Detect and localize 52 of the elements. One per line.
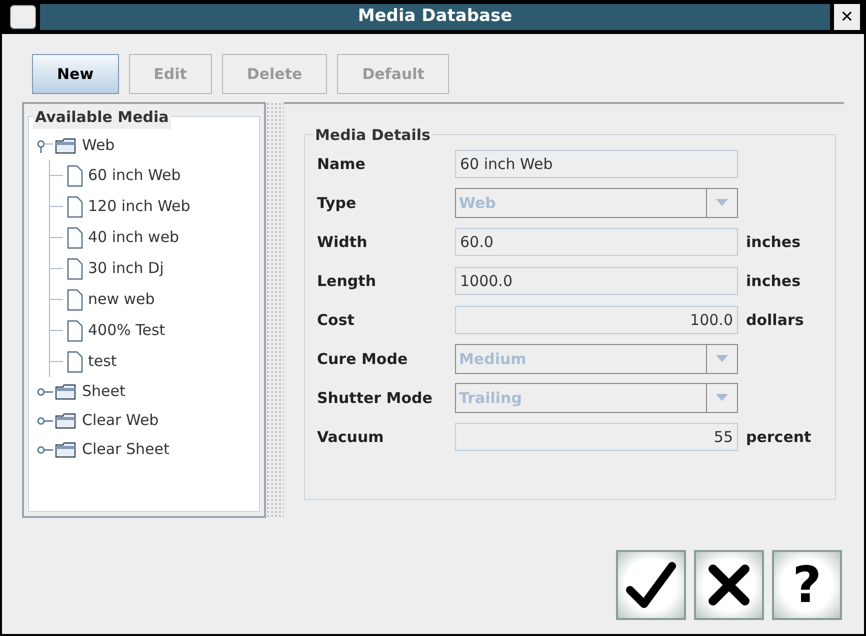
toolbar-button[interactable]: New [32, 54, 119, 94]
dropdown-arrow-icon [716, 199, 728, 207]
field-label: Name [317, 154, 366, 175]
tree-item[interactable]: Web [82, 134, 115, 157]
tree-item[interactable]: 30 inch Dj [88, 257, 164, 280]
window-menu-icon[interactable] [10, 5, 36, 29]
expanded-handle-icon[interactable] [37, 138, 53, 152]
tree-item[interactable]: Clear Sheet [82, 438, 170, 461]
dropdown-arrow-icon [716, 394, 728, 402]
tree-item[interactable]: new web [88, 288, 155, 311]
checkmark-icon [626, 562, 676, 608]
window-title: Media Database [358, 5, 512, 28]
file-icon [67, 226, 83, 248]
field-label: Cost [317, 310, 356, 331]
close-icon [707, 563, 751, 607]
unit-label: dollars [746, 310, 804, 331]
text-field[interactable]: 60 inch Web [455, 150, 738, 178]
text-field[interactable]: 60.0 [455, 228, 738, 256]
ok-button[interactable] [616, 550, 686, 620]
cancel-button[interactable] [694, 550, 764, 620]
close-button[interactable]: ✕ [834, 4, 860, 30]
dropdown-arrow-icon [716, 355, 728, 363]
tree-item[interactable]: Clear Web [82, 409, 159, 432]
file-icon [67, 164, 83, 186]
unit-label: inches [746, 232, 800, 253]
folder-icon [55, 384, 77, 400]
field-label: Cure Mode [317, 348, 409, 370]
tree-item[interactable]: 60 inch Web [88, 164, 181, 187]
folder-icon [55, 442, 77, 458]
tree-item[interactable]: 40 inch web [88, 226, 180, 249]
tree-item[interactable]: Sheet [82, 380, 126, 403]
field-label: Type [317, 192, 358, 214]
folder-icon [55, 412, 77, 428]
unit-label: percent [746, 426, 812, 448]
field-label: Width [317, 232, 368, 253]
tree-item[interactable]: test [88, 350, 117, 373]
file-icon [67, 320, 83, 342]
tree-item[interactable]: 400% Test [88, 319, 166, 342]
field-label: Shutter Mode [317, 388, 434, 409]
field-label: Vacuum [317, 426, 385, 448]
help-button[interactable]: ? [772, 550, 842, 620]
unit-label: inches [746, 270, 800, 292]
file-icon [67, 288, 83, 310]
text-field[interactable]: 1000.0 [455, 267, 738, 295]
text-field[interactable]: 55 [455, 423, 738, 451]
file-icon [67, 350, 83, 372]
folder-icon [55, 138, 77, 154]
text-field[interactable]: 100.0 [455, 306, 738, 334]
file-icon [67, 196, 83, 218]
file-icon [67, 258, 83, 280]
field-label: Length [317, 270, 377, 292]
tree-item[interactable]: 120 inch Web [88, 195, 190, 218]
